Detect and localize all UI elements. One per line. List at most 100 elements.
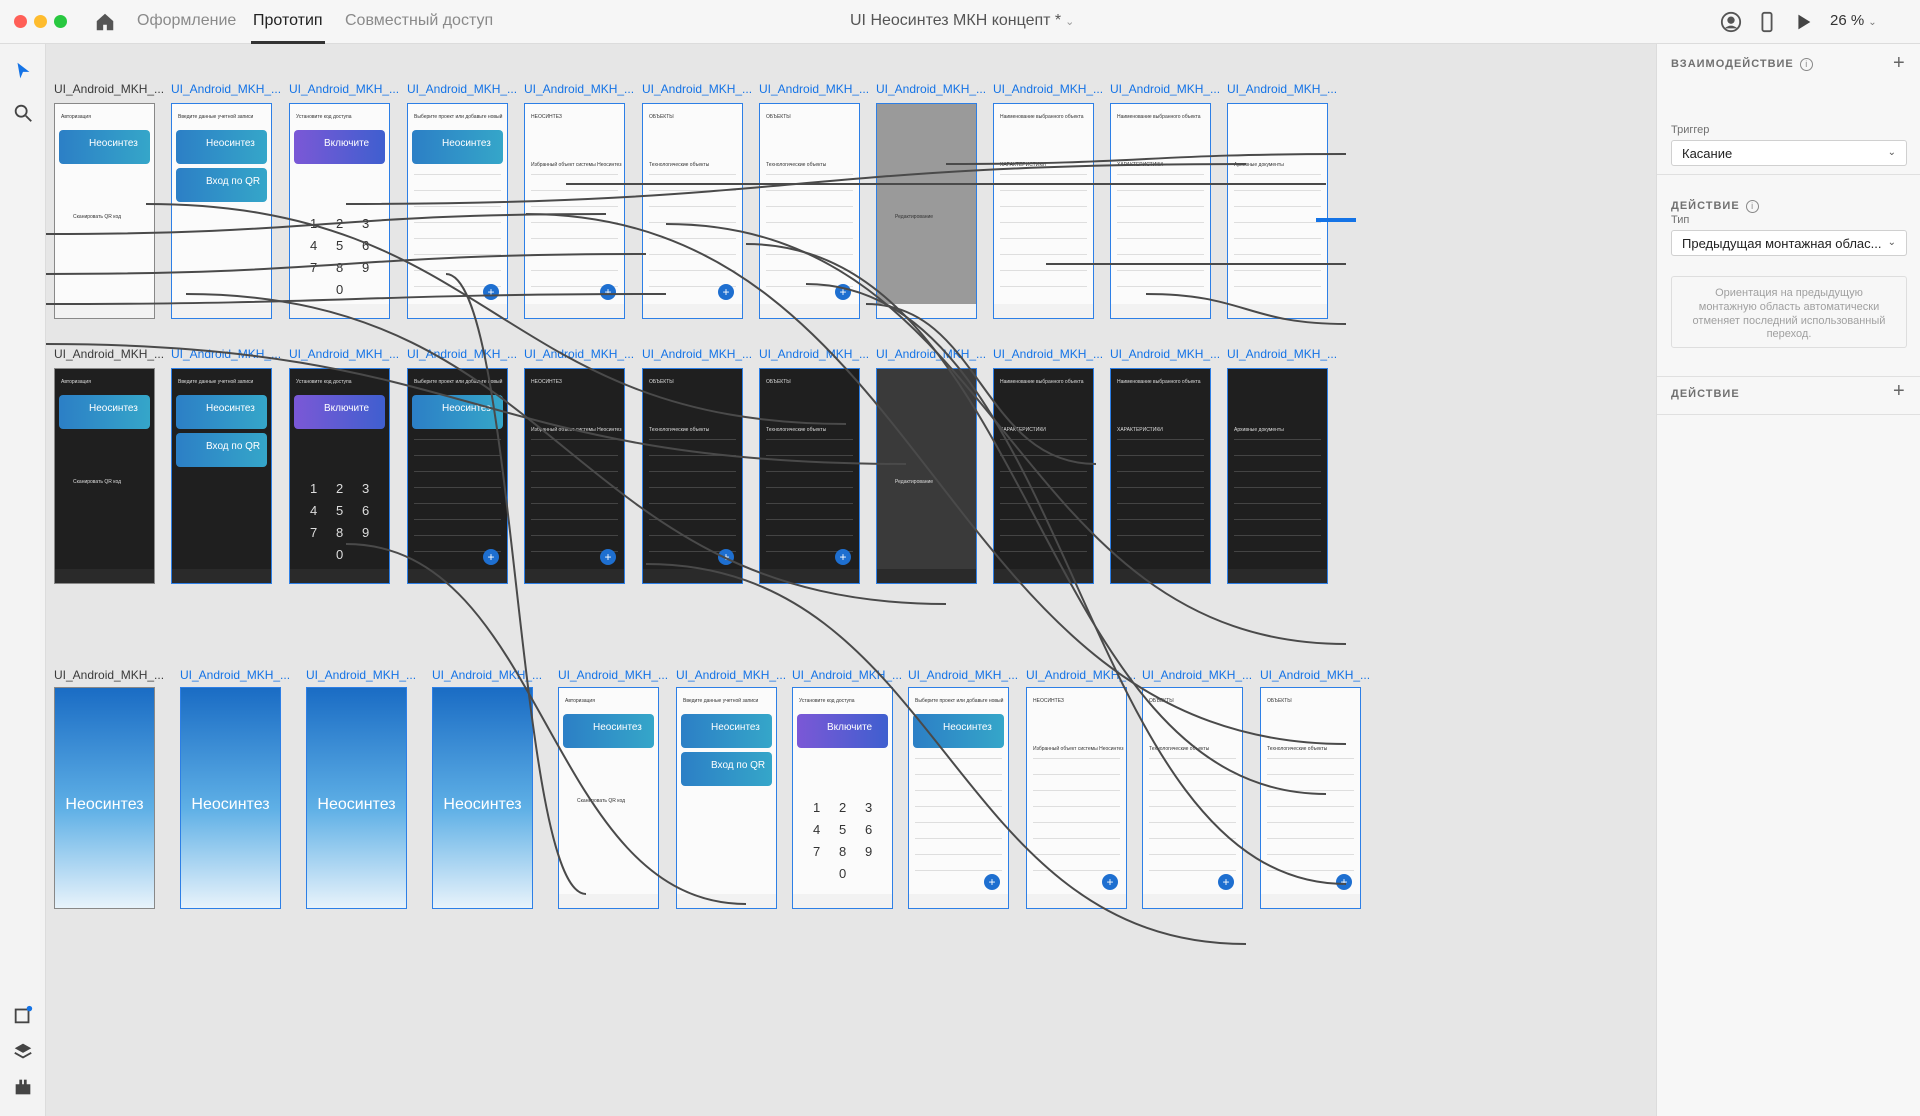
maximize-window-button[interactable]: [54, 15, 67, 28]
close-window-button[interactable]: [14, 15, 27, 28]
artboard-screen[interactable]: Введите данные учетной записи Неосинтез Вх…: [676, 687, 777, 909]
artboard-screen[interactable]: Наименование выбранного объекта ХАРАКТЕРИ…: [1110, 103, 1211, 319]
pin-key[interactable]: 1: [310, 216, 317, 231]
artboard-screen[interactable]: ОБЪЕКТЫ Технологические объекты +: [1260, 687, 1361, 909]
pin-key[interactable]: 4: [310, 503, 317, 518]
artboard-screen[interactable]: Установите код доступа Включите 1 2 3 4 5 6 7 8 9 0: [289, 103, 390, 319]
artboard-label[interactable]: UI_Android_MKH_...: [759, 347, 883, 361]
add-action-button[interactable]: +: [1893, 380, 1905, 403]
qr-login-card[interactable]: Вход по QR: [681, 752, 772, 786]
artboard-label[interactable]: UI_Android_MKH_...: [1110, 82, 1234, 96]
pin-key[interactable]: 4: [813, 822, 820, 837]
artboard-screen[interactable]: Архивные документы: [1227, 103, 1328, 319]
hero-card[interactable]: Неосинтез: [176, 395, 267, 429]
pin-key[interactable]: 0: [336, 547, 343, 562]
pin-key[interactable]: 3: [362, 481, 369, 496]
add-fab[interactable]: +: [483, 549, 499, 565]
hero-card[interactable]: Неосинтез: [176, 130, 267, 164]
minimize-window-button[interactable]: [34, 15, 47, 28]
search-icon[interactable]: [12, 102, 34, 124]
pin-key[interactable]: 0: [839, 866, 846, 881]
hero-card[interactable]: Неосинтез: [681, 714, 772, 748]
hero-card[interactable]: Включите: [294, 395, 385, 429]
artboard-screen[interactable]: Архивные документы: [1227, 368, 1328, 584]
artboard-label[interactable]: UI_Android_MKH_...: [792, 668, 916, 682]
artboard-label[interactable]: UI_Android_MKH_...: [1260, 668, 1384, 682]
artboard-screen[interactable]: ОБЪЕКТЫ Технологические объекты +: [759, 368, 860, 584]
artboard-label[interactable]: UI_Android_MKH_...: [1227, 82, 1351, 96]
pin-key[interactable]: 9: [362, 525, 369, 540]
tab-share[interactable]: Совместный доступ: [345, 12, 493, 30]
pin-key[interactable]: 8: [336, 525, 343, 540]
artboard-screen[interactable]: Авторизация Неосинтез Сканировать QR код: [54, 368, 155, 584]
artboard-screen[interactable]: Выберите проект или добавьте новый Неосин…: [908, 687, 1009, 909]
artboard-screen[interactable]: Авторизация Неосинтез Сканировать QR код: [558, 687, 659, 909]
pin-key[interactable]: 7: [310, 260, 317, 275]
artboard-label[interactable]: UI_Android_MKH_...: [171, 82, 295, 96]
artboard-screen[interactable]: Неосинтез: [432, 687, 533, 909]
artboard-screen[interactable]: Введите данные учетной записи Неосинтез Вх…: [171, 368, 272, 584]
hero-card[interactable]: Неосинтез: [59, 130, 150, 164]
artboard-label[interactable]: UI_Android_MKH_...: [558, 668, 682, 682]
add-fab[interactable]: +: [984, 874, 1000, 890]
artboard-screen[interactable]: Авторизация Неосинтез Сканировать QR код: [54, 103, 155, 319]
artboard-label[interactable]: UI_Android_MKH_...: [1110, 347, 1234, 361]
artboard-screen[interactable]: НЕОСИНТЕЗ Избранный объект системы Неосин…: [1026, 687, 1127, 909]
pin-key[interactable]: 6: [362, 238, 369, 253]
artboard-label[interactable]: UI_Android_MKH_...: [54, 347, 178, 361]
select-arrow-icon[interactable]: [12, 60, 34, 82]
artboard-label[interactable]: UI_Android_MKH_...: [993, 82, 1117, 96]
artboard-label[interactable]: UI_Android_MKH_...: [289, 82, 413, 96]
prototype-canvas[interactable]: UI_Android_MKH_... Авторизация Неосинтез Ск…: [46, 44, 1656, 1116]
pin-key[interactable]: 2: [336, 216, 343, 231]
pin-key[interactable]: 0: [336, 282, 343, 297]
artboard-label[interactable]: UI_Android_MKH_...: [54, 82, 178, 96]
artboard-label[interactable]: UI_Android_MKH_...: [642, 82, 766, 96]
pin-key[interactable]: 5: [336, 503, 343, 518]
artboard-label[interactable]: UI_Android_MKH_...: [54, 668, 178, 682]
info-icon[interactable]: i: [1799, 58, 1813, 71]
add-fab[interactable]: +: [718, 284, 734, 300]
zoom-level[interactable]: 26 % ⌄: [1830, 12, 1877, 29]
artboard-screen[interactable]: Введите данные учетной записи Неосинтез Вх…: [171, 103, 272, 319]
home-icon[interactable]: [94, 11, 116, 33]
artboard-screen[interactable]: ОБЪЕКТЫ Технологические объекты +: [1142, 687, 1243, 909]
hero-card[interactable]: Неосинтез: [59, 395, 150, 429]
artboard-screen[interactable]: Выберите проект или добавьте новый Неосин…: [407, 103, 508, 319]
add-interaction-button[interactable]: +: [1893, 52, 1905, 75]
add-fab[interactable]: +: [600, 284, 616, 300]
artboard-screen[interactable]: Наименование выбранного объекта ХАРАКТЕРИ…: [993, 103, 1094, 319]
pin-key[interactable]: 9: [865, 844, 872, 859]
hero-card[interactable]: Включите: [797, 714, 888, 748]
tab-design[interactable]: Оформление: [137, 12, 236, 30]
artboard-label[interactable]: UI_Android_MKH_...: [289, 347, 413, 361]
artboard-label[interactable]: UI_Android_MKH_...: [1142, 668, 1266, 682]
hero-card[interactable]: Неосинтез: [412, 395, 503, 429]
artboard-label[interactable]: UI_Android_MKH_...: [876, 347, 1000, 361]
pin-key[interactable]: 9: [362, 260, 369, 275]
artboard-label[interactable]: UI_Android_MKH_...: [306, 668, 430, 682]
artboard-screen[interactable]: Установите код доступа Включите 1 2 3 4 5 6 7 8 9 0: [792, 687, 893, 909]
pin-key[interactable]: 4: [310, 238, 317, 253]
user-icon[interactable]: [1720, 11, 1742, 33]
add-fab[interactable]: +: [600, 549, 616, 565]
artboard-screen[interactable]: НЕОСИНТЕЗ Избранный объект системы Неосин…: [524, 103, 625, 319]
artboard-screen[interactable]: Наименование выбранного объекта ХАРАКТЕРИ…: [1110, 368, 1211, 584]
artboard-label[interactable]: UI_Android_MKH_...: [759, 82, 883, 96]
artboard-screen[interactable]: Редактирование: [876, 103, 977, 319]
artboard-label[interactable]: UI_Android_MKH_...: [180, 668, 304, 682]
layers-icon[interactable]: [12, 1040, 34, 1062]
pin-key[interactable]: 7: [813, 844, 820, 859]
add-fab[interactable]: +: [1218, 874, 1234, 890]
plugins-icon[interactable]: [12, 1076, 34, 1098]
add-fab[interactable]: +: [718, 549, 734, 565]
add-fab[interactable]: +: [835, 549, 851, 565]
artboard-label[interactable]: UI_Android_MKH_...: [1026, 668, 1150, 682]
type-select[interactable]: Предыдущая монтажная облас... ⌄: [1671, 230, 1907, 256]
pin-key[interactable]: 2: [336, 481, 343, 496]
pin-key[interactable]: 3: [362, 216, 369, 231]
hero-card[interactable]: Неосинтез: [563, 714, 654, 748]
pin-key[interactable]: 6: [865, 822, 872, 837]
artboard-screen[interactable]: НЕОСИНТЕЗ Избранный объект системы Неосин…: [524, 368, 625, 584]
artboard-label[interactable]: UI_Android_MKH_...: [171, 347, 295, 361]
